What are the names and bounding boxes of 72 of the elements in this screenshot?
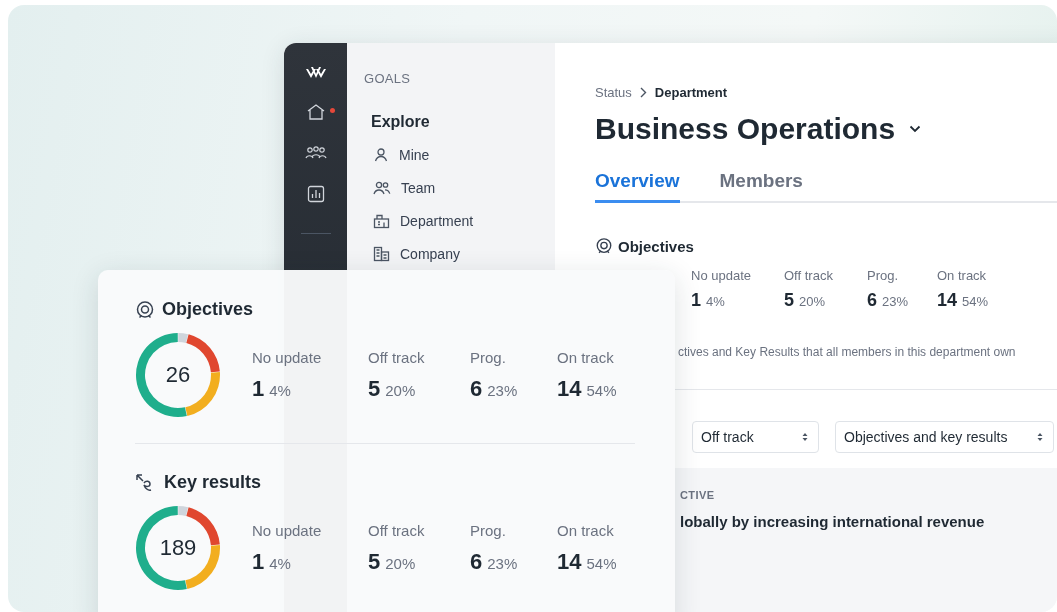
- stat-count: 5: [368, 548, 381, 575]
- section-heading: Key results: [164, 472, 262, 493]
- caret-icon[interactable]: [909, 125, 922, 133]
- breadcrumb-link[interactable]: Department: [654, 85, 728, 100]
- stat-count: 1: [691, 290, 701, 311]
- target-icon: [595, 237, 613, 255]
- nav-item[interactable]: Department: [373, 213, 555, 229]
- stat-percent: 4%: [269, 381, 291, 399]
- stat-percent: 20%: [799, 294, 826, 309]
- stat-label: Off track: [368, 521, 426, 539]
- stat-count: 14: [557, 375, 582, 402]
- nav-item[interactable]: Company: [373, 246, 555, 262]
- person-icon: [373, 147, 389, 163]
- stat-count: 14: [937, 290, 958, 311]
- chevron-icon: [639, 87, 647, 98]
- objective-title[interactable]: lobally by increasing international revenue: [680, 513, 1057, 530]
- chart-icon[interactable]: [306, 185, 325, 203]
- stat-count: 6: [470, 375, 483, 402]
- tab[interactable]: Overview: [595, 170, 680, 203]
- filter-select[interactable]: Off track: [692, 421, 819, 453]
- section-heading: Objectives: [618, 237, 694, 255]
- logo-icon[interactable]: [304, 65, 327, 79]
- nav-item[interactable]: Team: [373, 180, 555, 196]
- stat-label: Prog.: [867, 268, 900, 283]
- notification-dot: [329, 108, 335, 113]
- column-header: CTIVE: [680, 489, 716, 501]
- section-heading: Objectives: [162, 299, 254, 320]
- stat-percent: 54%: [586, 554, 617, 572]
- donut-total: 189: [159, 535, 197, 561]
- building-icon: [373, 213, 390, 229]
- sort-arrows-icon: [802, 432, 808, 442]
- target-icon: [135, 299, 155, 320]
- stat-label: On track: [557, 521, 615, 539]
- stat-percent: 54%: [962, 294, 989, 309]
- tab[interactable]: Members: [719, 170, 803, 203]
- breadcrumb-link[interactable]: Status: [595, 85, 632, 100]
- nav-section-title: Explore: [371, 113, 431, 131]
- home-icon[interactable]: [305, 103, 326, 121]
- stat-percent: 20%: [385, 381, 416, 399]
- description-text: ctives and Key Results that all members in this department own: [678, 345, 1017, 359]
- stat-percent: 4%: [706, 294, 725, 309]
- stat-count: 14: [557, 548, 582, 575]
- stat-percent: 20%: [385, 554, 416, 572]
- stat-count: 1: [252, 548, 265, 575]
- sort-arrows-icon: [1037, 432, 1043, 442]
- stat-percent: 23%: [487, 554, 518, 572]
- stat-percent: 23%: [882, 294, 909, 309]
- stat-label: On track: [557, 348, 615, 366]
- stat-label: No update: [691, 268, 752, 283]
- stat-label: Prog.: [470, 348, 507, 366]
- stat-label: No update: [252, 521, 323, 539]
- donut-total: 26: [165, 362, 191, 388]
- stat-count: 1: [252, 375, 265, 402]
- stat-count: 6: [867, 290, 877, 311]
- nav-item[interactable]: Mine: [373, 147, 555, 163]
- stat-percent: 23%: [487, 381, 518, 399]
- stat-percent: 54%: [586, 381, 617, 399]
- stat-percent: 4%: [269, 554, 291, 572]
- buildings-icon: [373, 246, 390, 262]
- stat-label: Prog.: [470, 521, 507, 539]
- page-title: Business Operations: [595, 112, 896, 146]
- people-icon: [373, 180, 391, 196]
- stat-label: Off track: [784, 268, 834, 283]
- stat-count: 6: [470, 548, 483, 575]
- stat-label: Off track: [368, 348, 426, 366]
- nav-heading: GOALS: [364, 71, 412, 86]
- people-icon[interactable]: [304, 145, 327, 161]
- stat-count: 5: [368, 375, 381, 402]
- stat-label: No update: [252, 348, 323, 366]
- stat-label: On track: [937, 268, 988, 283]
- filter-select[interactable]: Objectives and key results: [835, 421, 1054, 453]
- stat-count: 5: [784, 290, 794, 311]
